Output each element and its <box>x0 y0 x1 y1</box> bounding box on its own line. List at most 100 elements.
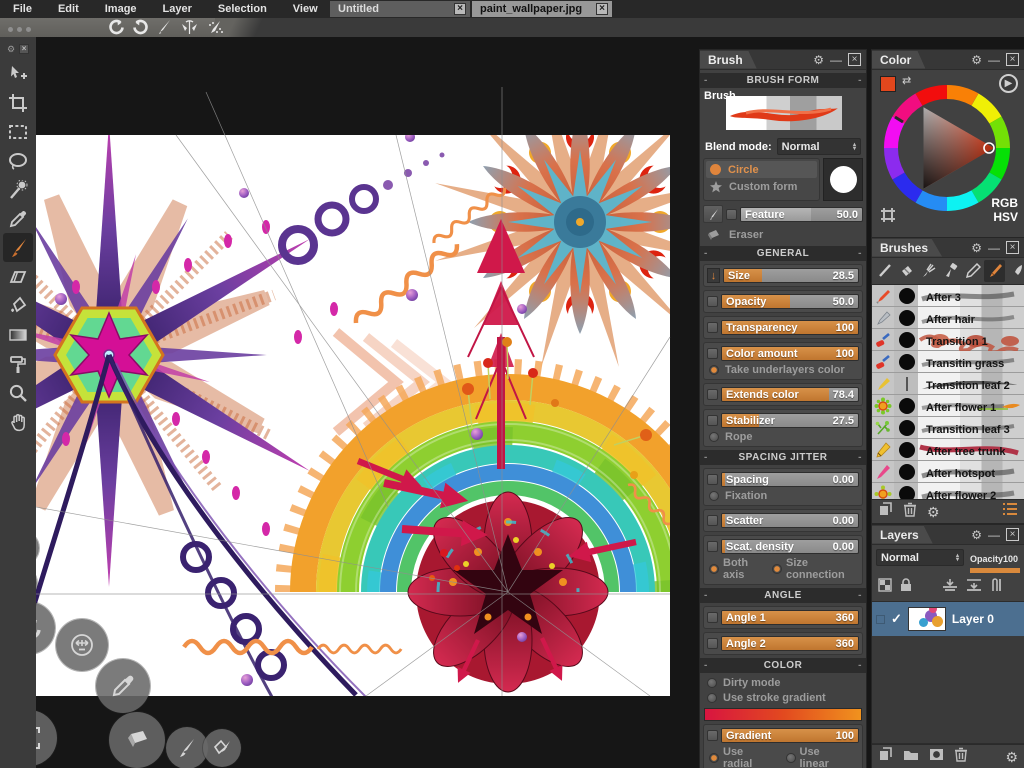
close-icon[interactable]: × <box>596 3 608 15</box>
list-view-icon[interactable] <box>1002 502 1018 521</box>
slider-angle-2[interactable]: Angle 2360 <box>706 635 860 652</box>
category-knife-icon[interactable] <box>1006 260 1024 282</box>
lock-icon[interactable] <box>900 578 912 597</box>
crop-tool[interactable] <box>3 88 33 117</box>
brush-form-circle[interactable]: Circle <box>706 161 817 178</box>
section-angle[interactable]: ANGLE <box>700 588 866 603</box>
close-icon[interactable]: × <box>1006 241 1019 254</box>
checkbox[interactable] <box>707 415 718 426</box>
fill-bucket-tool[interactable] <box>3 291 33 320</box>
checkbox[interactable] <box>707 322 718 333</box>
paint-roller-tool[interactable] <box>3 349 33 378</box>
brush-item[interactable]: After flower 2 <box>872 483 1024 499</box>
redo-icon[interactable] <box>132 19 149 36</box>
checkbox[interactable] <box>707 296 718 307</box>
magic-wand-tool[interactable] <box>3 175 33 204</box>
radio-icon[interactable] <box>709 491 719 501</box>
brush-item[interactable]: After hair <box>872 307 1024 329</box>
close-icon[interactable]: × <box>848 53 861 66</box>
layer-row[interactable]: ✓ Layer 0 <box>872 602 1024 636</box>
gear-icon[interactable]: ⚙ <box>1005 750 1018 764</box>
checkbox[interactable] <box>707 638 718 649</box>
checkbox[interactable] <box>707 612 718 623</box>
lock-transparency-icon[interactable] <box>878 578 892 597</box>
checkbox[interactable] <box>707 389 718 400</box>
brush-icon[interactable] <box>703 205 723 223</box>
radio-icon[interactable] <box>709 432 719 442</box>
brush-item[interactable]: After 3 <box>872 285 1024 307</box>
new-brush-icon[interactable] <box>878 502 893 522</box>
fixation-toggle[interactable]: Fixation <box>706 488 860 503</box>
layer-thumbnail[interactable] <box>908 607 946 631</box>
move-tool[interactable] <box>3 59 33 88</box>
minimize-icon[interactable]: — <box>988 54 1000 66</box>
brush-size-button[interactable] <box>56 619 108 671</box>
category-pen-icon[interactable] <box>962 260 983 282</box>
brush-button[interactable] <box>166 727 208 768</box>
menu-layer[interactable]: Layer <box>150 0 205 18</box>
merge-down-icon[interactable] <box>942 578 958 597</box>
menu-file[interactable]: File <box>0 0 45 18</box>
slider-stabilizer[interactable]: Stabilizer27.5 <box>706 412 860 429</box>
fill-brush-button[interactable] <box>203 729 241 767</box>
menu-image[interactable]: Image <box>92 0 150 18</box>
radio-icon[interactable] <box>786 753 796 763</box>
gear-icon[interactable]: ⚙ <box>813 54 824 66</box>
merge-all-icon[interactable] <box>966 578 982 597</box>
brush-item[interactable]: Transition leaf 3 <box>872 417 1024 439</box>
lasso-tool[interactable] <box>3 146 33 175</box>
layer-blend-select[interactable]: Normal ▴▾ <box>876 549 964 566</box>
marquee-select-tool[interactable] <box>3 117 33 146</box>
gear-icon[interactable]: ⚙ <box>971 54 982 66</box>
radio-icon[interactable] <box>707 693 717 703</box>
radio-icon[interactable] <box>709 564 719 574</box>
radio-icon[interactable] <box>709 753 719 763</box>
canvas-workspace[interactable] <box>36 37 706 768</box>
radio-icon[interactable] <box>707 678 717 688</box>
slider-angle-1[interactable]: Angle 1360 <box>706 609 860 626</box>
zoom-tool[interactable] <box>3 378 33 407</box>
spinner-icon[interactable]: ▴▾ <box>853 143 856 151</box>
gear-icon[interactable]: ⚙ <box>927 505 940 519</box>
brush-item[interactable]: After hotspot <box>872 461 1024 483</box>
menu-selection[interactable]: Selection <box>205 0 280 18</box>
slider-color-amount[interactable]: Color amount100 <box>706 345 860 362</box>
section-general[interactable]: GENERAL <box>700 246 866 261</box>
gear-icon[interactable]: ⚙ <box>971 529 982 541</box>
gear-icon[interactable]: ⚙ <box>971 242 982 254</box>
eyedropper-tool[interactable] <box>3 204 33 233</box>
airbrush-icon[interactable] <box>206 19 225 36</box>
eraser-mode-row[interactable]: Eraser <box>706 226 860 243</box>
slider-scat-density[interactable]: Scat. density0.00 <box>706 538 860 555</box>
use-linear-toggle[interactable]: Use linear <box>800 746 853 768</box>
checkbox[interactable] <box>707 474 718 485</box>
feature-slider-row[interactable]: Feature 50.0 <box>703 205 863 223</box>
checkbox[interactable] <box>707 515 718 526</box>
radio-icon[interactable] <box>709 365 719 375</box>
category-fountain-pen-icon[interactable] <box>984 260 1005 282</box>
delete-brush-icon[interactable] <box>903 502 917 522</box>
brush-tip-preview[interactable] <box>823 158 863 201</box>
menu-view[interactable]: View <box>280 0 331 18</box>
brush-form-custom[interactable]: Custom form <box>706 178 817 195</box>
layer-opacity[interactable]: Opacity100 <box>970 549 1020 573</box>
category-eraser-icon[interactable] <box>896 260 917 282</box>
dirty-mode-toggle[interactable]: Dirty mode <box>704 675 862 690</box>
brush-stroke-icon[interactable] <box>156 19 173 36</box>
slider-size[interactable]: ↓ Size28.5 <box>706 267 860 284</box>
category-fan-brush-icon[interactable] <box>918 260 939 282</box>
rope-toggle[interactable]: Rope <box>706 429 860 444</box>
radio-icon[interactable] <box>772 564 782 574</box>
gradient-preview-bar[interactable] <box>704 708 862 721</box>
size-connection-toggle[interactable]: Size connection <box>786 557 852 581</box>
layer-select-checkbox[interactable] <box>876 615 885 624</box>
delete-layer-icon[interactable] <box>954 747 968 767</box>
brush-item[interactable]: Transition leaf 2 <box>872 373 1024 395</box>
brush-tool[interactable] <box>3 233 33 262</box>
new-folder-icon[interactable] <box>903 748 919 766</box>
close-icon[interactable]: × <box>1006 528 1019 541</box>
minimize-icon[interactable]: — <box>988 242 1000 254</box>
brush-item[interactable]: Transitin grass <box>872 351 1024 373</box>
slider-spacing[interactable]: Spacing0.00 <box>706 471 860 488</box>
brushes-panel-tab[interactable]: Brushes <box>872 239 942 257</box>
